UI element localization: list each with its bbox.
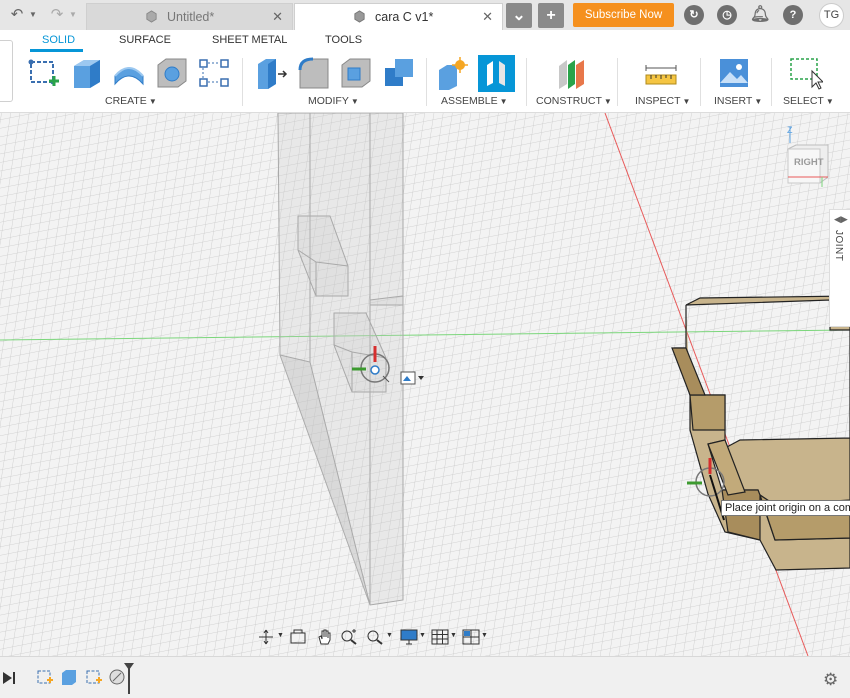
separator: [526, 58, 527, 106]
select-window-icon[interactable]: [789, 56, 823, 90]
subscribe-button[interactable]: Subscribe Now: [573, 3, 674, 27]
extrude-icon[interactable]: [70, 56, 104, 90]
modify-menu[interactable]: MODIFY ▼: [308, 95, 359, 107]
tab-solid[interactable]: SOLID: [42, 34, 75, 46]
separator: [242, 58, 243, 106]
extensions-icon[interactable]: ↻: [684, 5, 704, 25]
pan-hand-icon[interactable]: [316, 629, 334, 645]
tab-tools[interactable]: TOOLS: [325, 34, 362, 46]
insert-menu-label: INSERT: [714, 95, 753, 107]
timeline-sketch-icon[interactable]: [35, 668, 53, 686]
orbit-icon[interactable]: [257, 629, 275, 645]
revolve-icon[interactable]: [112, 56, 146, 90]
tab-sheet-metal[interactable]: SHEET METAL: [212, 34, 287, 46]
fillet-icon[interactable]: [297, 56, 331, 90]
document-icon: [146, 10, 157, 23]
help-icon[interactable]: ?: [783, 5, 803, 25]
caret-down-icon: ▼: [148, 97, 157, 106]
display-settings-icon[interactable]: [400, 629, 418, 645]
close-icon[interactable]: ✕: [482, 4, 493, 30]
insert-image-icon[interactable]: [717, 56, 751, 90]
timeline-marker[interactable]: [123, 662, 135, 694]
redo-dropdown-icon[interactable]: ▼: [68, 0, 78, 30]
close-icon[interactable]: ✕: [272, 4, 283, 30]
create-menu[interactable]: CREATE ▼: [105, 95, 157, 107]
settings-gear-icon[interactable]: ⚙: [823, 670, 838, 690]
scene: [0, 113, 850, 656]
undo-icon[interactable]: ↶: [8, 0, 26, 30]
caret-down-icon[interactable]: ▼: [386, 632, 393, 639]
caret-down-icon: ▼: [825, 97, 834, 106]
caret-down-icon: ▼: [754, 97, 763, 106]
document-icon: [354, 10, 365, 23]
create-sketch-icon[interactable]: [27, 56, 61, 90]
tab-cara-c[interactable]: cara C v1* ✕: [294, 3, 503, 30]
inspect-menu-label: INSPECT: [635, 95, 681, 107]
caret-down-icon: ▼: [682, 97, 691, 106]
caret-down-icon: ▼: [603, 97, 612, 106]
viewport-canvas[interactable]: Z RIGHT: [0, 113, 850, 656]
caret-down-icon: ▼: [350, 97, 359, 106]
tab-label: cara C v1*: [375, 10, 434, 24]
data-panel-toggle[interactable]: [0, 40, 13, 102]
grid-settings-icon[interactable]: [431, 629, 449, 645]
select-menu-label: SELECT: [783, 95, 824, 107]
user-avatar[interactable]: TG: [819, 3, 844, 28]
caret-down-icon[interactable]: ▼: [450, 632, 457, 639]
measure-icon[interactable]: [644, 56, 678, 90]
offset-plane-icon[interactable]: [555, 56, 589, 90]
separator: [426, 58, 427, 106]
create-menu-label: CREATE: [105, 95, 147, 107]
assemble-menu-label: ASSEMBLE: [441, 95, 498, 107]
job-status-icon[interactable]: ◷: [717, 5, 737, 25]
hole-icon[interactable]: [155, 56, 189, 90]
undo-dropdown-icon[interactable]: ▼: [28, 0, 38, 30]
shell-icon[interactable]: [339, 56, 373, 90]
notifications-icon[interactable]: 🔔︎: [750, 5, 770, 25]
select-menu[interactable]: SELECT ▼: [783, 95, 834, 107]
viewports-icon[interactable]: [462, 629, 480, 645]
joint-panel-label: JOINT: [833, 230, 844, 262]
fit-zoom-icon[interactable]: [366, 629, 384, 645]
separator: [617, 58, 618, 106]
tab-untitled[interactable]: Untitled* ✕: [86, 3, 293, 30]
tab-list-button[interactable]: ⌄: [506, 3, 532, 28]
redo-icon[interactable]: ↷: [48, 0, 66, 30]
viewcube-face-label[interactable]: RIGHT: [794, 157, 824, 168]
construct-menu-label: CONSTRUCT: [536, 95, 602, 107]
new-tab-button[interactable]: +: [538, 3, 564, 28]
look-at-icon[interactable]: [289, 629, 307, 645]
timeline-sketch-icon-2[interactable]: [84, 668, 102, 686]
pattern-icon[interactable]: [197, 56, 231, 90]
caret-down-icon: ▼: [499, 97, 508, 106]
timeline-extrude-icon[interactable]: [60, 668, 78, 686]
combine-icon[interactable]: [382, 56, 416, 90]
construct-menu[interactable]: CONSTRUCT ▼: [536, 95, 612, 107]
tab-surface[interactable]: SURFACE: [119, 34, 171, 46]
ground-grid: [0, 113, 850, 656]
inspect-menu[interactable]: INSPECT ▼: [635, 95, 690, 107]
play-to-end-icon[interactable]: [2, 670, 16, 686]
zoom-icon[interactable]: [340, 629, 358, 645]
active-tab-indicator: [30, 49, 83, 52]
expand-arrow-icon[interactable]: ◀▶: [834, 214, 848, 225]
caret-down-icon[interactable]: ▼: [481, 632, 488, 639]
insert-menu[interactable]: INSERT ▼: [714, 95, 762, 107]
viewcube-axis-label: Z: [787, 125, 793, 135]
separator: [771, 58, 772, 106]
joint-icon[interactable]: [478, 55, 515, 92]
joint-panel-collapsed[interactable]: ◀▶ JOINT: [829, 209, 850, 327]
separator: [700, 58, 701, 106]
modify-menu-label: MODIFY: [308, 95, 349, 107]
tab-label: Untitled*: [167, 10, 215, 24]
press-pull-icon[interactable]: [254, 56, 288, 90]
caret-down-icon[interactable]: ▼: [419, 632, 426, 639]
assemble-menu[interactable]: ASSEMBLE ▼: [441, 95, 508, 107]
tooltip: Place joint origin on a comp: [721, 500, 850, 516]
new-component-icon[interactable]: [436, 56, 470, 90]
caret-down-icon[interactable]: ▼: [277, 632, 284, 639]
